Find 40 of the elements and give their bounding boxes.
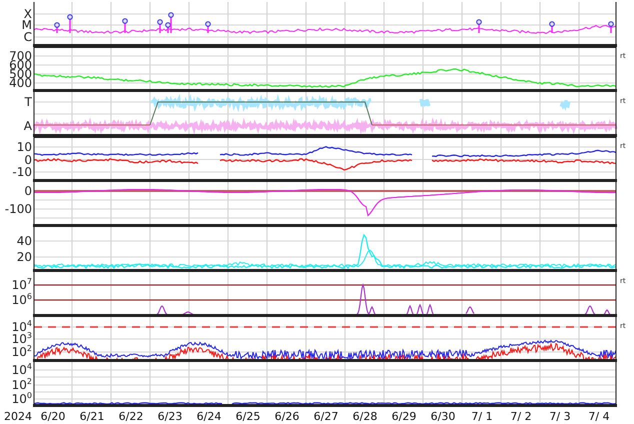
axis-label: 6/26 bbox=[274, 410, 300, 423]
axis-label: -10 bbox=[12, 166, 32, 178]
axis-label: X bbox=[24, 8, 32, 20]
axis-label: 6/30 bbox=[430, 410, 456, 423]
axis-label: 6/24 bbox=[196, 410, 222, 423]
axis-label: 10$^{0}$ bbox=[12, 393, 32, 405]
axis-label: 6/29 bbox=[392, 410, 416, 423]
axis-label: T bbox=[24, 96, 32, 108]
axis-label: -100 bbox=[4, 203, 32, 215]
axis-label: 10$^{2}$ bbox=[12, 346, 32, 358]
axis-label: 700 bbox=[9, 50, 32, 62]
axis-label: 0 bbox=[24, 185, 32, 197]
axis-label: 20 bbox=[16, 251, 32, 263]
axis-label: 6/25 bbox=[236, 410, 260, 423]
axis-label: 10$^{6}$ bbox=[12, 294, 32, 306]
axis-label: 6/20 bbox=[40, 410, 66, 423]
axis-label: 500 bbox=[9, 68, 32, 80]
axis-label: 6/21 bbox=[80, 410, 104, 423]
axis-label: A bbox=[24, 120, 32, 132]
axis-label: 6/27 bbox=[314, 410, 338, 423]
axis-label: 2024 bbox=[4, 410, 32, 423]
axis-label: 400 bbox=[9, 77, 32, 89]
axis-label: 10$^{4}$ bbox=[12, 321, 32, 333]
axis-label: 10$^{3}$ bbox=[12, 333, 32, 345]
axis-label: 10$^{2}$ bbox=[12, 379, 32, 391]
axis-label: 6/22 bbox=[118, 410, 144, 423]
axis-label: 7/ 3 bbox=[549, 410, 571, 423]
axis-label: 6/23 bbox=[158, 410, 182, 423]
axis-label: 0 bbox=[24, 154, 32, 166]
axis-label: 600 bbox=[9, 59, 32, 71]
axis-label: 40 bbox=[16, 235, 32, 247]
axis-label: 7/ 1 bbox=[471, 410, 493, 423]
axis-label: M bbox=[22, 19, 32, 31]
axis-label: C bbox=[24, 31, 32, 43]
axis-label: 7/ 2 bbox=[510, 410, 532, 423]
axis-label: 10$^{7}$ bbox=[12, 279, 32, 291]
axis-label: 7/ 4 bbox=[588, 410, 610, 423]
axis-label: 6/28 bbox=[352, 410, 378, 423]
axis-label: 10$^{4}$ bbox=[12, 364, 32, 376]
axis-label: 10 bbox=[16, 141, 32, 153]
